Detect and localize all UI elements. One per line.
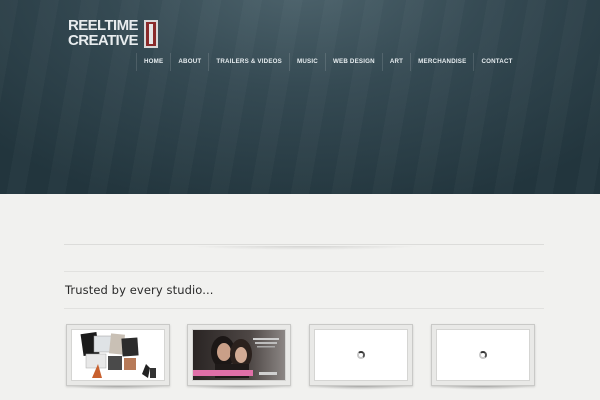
nav-merchandise[interactable]: MERCHANDISE [410,53,473,71]
section-divider-lower [64,308,544,309]
collage-image [72,330,164,380]
nav-contact[interactable]: CONTACT [473,53,519,71]
thumbnail-placeholder-3 [314,329,408,381]
section-title: Trusted by every studio... [65,283,214,297]
nav-art[interactable]: ART [381,53,410,71]
loading-spinner-icon [479,351,487,359]
portrait-thumbnail-icon [192,329,286,381]
content-divider-shadow [190,246,420,254]
thumbnail-shadow-2 [187,386,291,394]
site-header: REELTIME CREATIVE HOME ABOUT TRAILERS & … [0,0,600,194]
portrait-image [193,330,285,380]
portfolio-thumbnail-1[interactable] [66,324,170,386]
thumbnail-placeholder-4 [436,329,530,381]
portfolio-thumbnail-2[interactable] [187,324,291,386]
logo-line-1: REELTIME [68,17,139,34]
thumbnail-shadow-3 [309,386,413,394]
content-divider-top [64,244,544,245]
nav-home[interactable]: HOME [136,53,170,71]
logo-line-2: CREATIVE [68,32,139,49]
thumbnail-shadow-4 [431,386,535,394]
thumbnail-shadow-1 [66,386,170,394]
collage-thumbnail-icon [71,329,165,381]
main-nav: HOME ABOUT TRAILERS & VIDEOS MUSIC WEB D… [136,53,520,71]
nav-web-design[interactable]: WEB DESIGN [324,53,382,71]
logo-film-icon [144,20,158,48]
portfolio-thumbnail-3[interactable] [309,324,413,386]
logo-wordmark: REELTIME CREATIVE [68,18,146,48]
nav-trailers-videos[interactable]: TRAILERS & VIDEOS [208,53,289,71]
nav-about[interactable]: ABOUT [170,53,208,71]
nav-music[interactable]: MUSIC [289,53,325,71]
section-divider-upper [64,271,544,272]
portfolio-thumbnail-4[interactable] [431,324,535,386]
loading-spinner-icon [357,351,365,359]
